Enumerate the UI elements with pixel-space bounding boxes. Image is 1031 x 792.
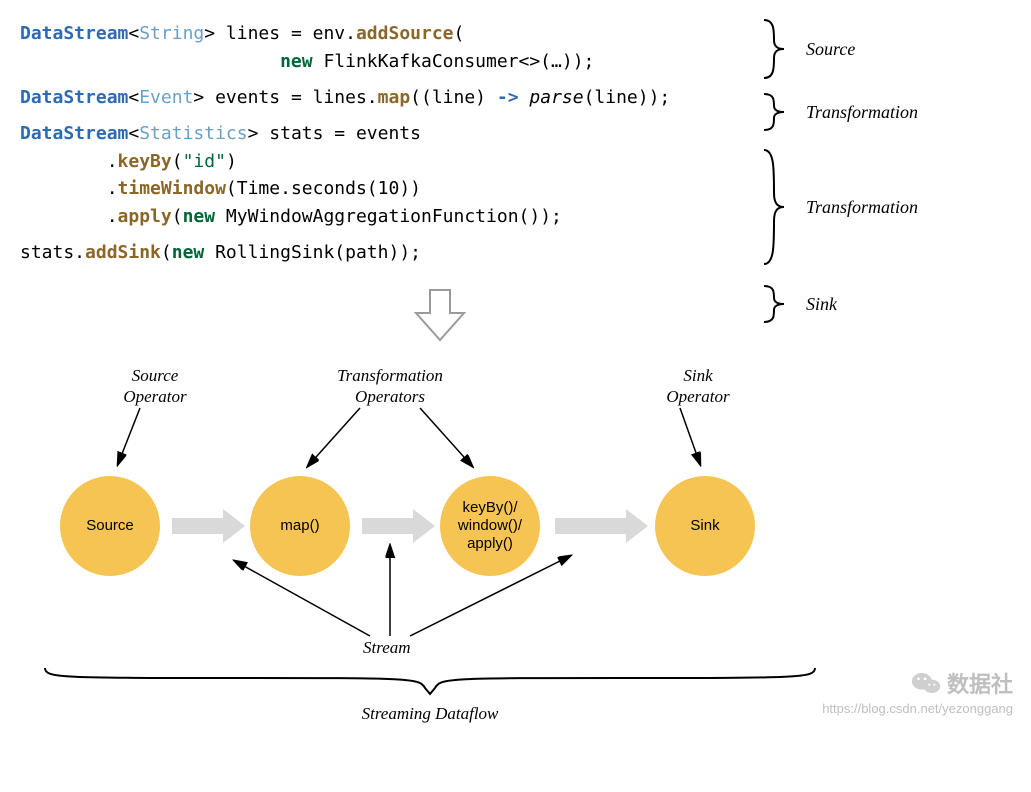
token-method: keyBy: [118, 151, 172, 172]
dataflow-diagram: SourceOperator TransformationOperators S…: [10, 366, 850, 726]
down-arrow: [20, 285, 860, 351]
label-streaming-dataflow: Streaming Dataflow: [40, 704, 820, 724]
flow-arrow: [362, 518, 417, 534]
node-source: Source: [60, 476, 160, 576]
token-new: new: [280, 51, 313, 72]
brace-icon: [760, 92, 788, 132]
token-type: DataStream: [20, 123, 128, 144]
node-keyby: keyBy()/window()/apply(): [440, 476, 540, 576]
token-new: new: [172, 242, 205, 263]
flow-arrow: [172, 518, 227, 534]
code-area: DataStream<String> lines = env.addSource…: [20, 20, 1011, 275]
token-method: map: [378, 87, 411, 108]
brace-label-sink: Sink: [806, 294, 837, 315]
wechat-icon: [911, 670, 941, 696]
token-method: apply: [118, 206, 172, 227]
node-sink: Sink: [655, 476, 755, 576]
label-stream: Stream: [363, 638, 411, 658]
token-string: "id": [183, 151, 226, 172]
brace-icon: [760, 148, 788, 266]
token-arrow: ->: [497, 87, 519, 108]
token-generic: Event: [139, 87, 193, 108]
flow-arrow: [555, 518, 630, 534]
token-method: addSource: [356, 23, 454, 44]
token-method: timeWindow: [118, 178, 226, 199]
brace-label-source: Source: [806, 39, 855, 60]
token-call: parse: [529, 87, 583, 108]
brace-label-transformation-2: Transformation: [806, 197, 918, 218]
token-generic: Statistics: [139, 123, 247, 144]
token-new: new: [183, 206, 216, 227]
brace-icon: [760, 284, 788, 324]
watermark: 数据社 https://blog.csdn.net/yezonggang: [822, 667, 1013, 716]
brace-icon: [760, 18, 788, 80]
brace-label-transformation-1: Transformation: [806, 102, 918, 123]
token-type: DataStream: [20, 87, 128, 108]
underbrace-icon: [40, 666, 820, 696]
code-line-1: DataStream<String> lines = env.addSource…: [20, 20, 1011, 84]
node-map: map(): [250, 476, 350, 576]
token-generic: String: [139, 23, 204, 44]
watermark-brand: 数据社: [947, 667, 1013, 699]
token-method: addSink: [85, 242, 161, 263]
watermark-url: https://blog.csdn.net/yezonggang: [822, 701, 1013, 716]
token-type: DataStream: [20, 23, 128, 44]
down-arrow-icon: [410, 285, 470, 345]
